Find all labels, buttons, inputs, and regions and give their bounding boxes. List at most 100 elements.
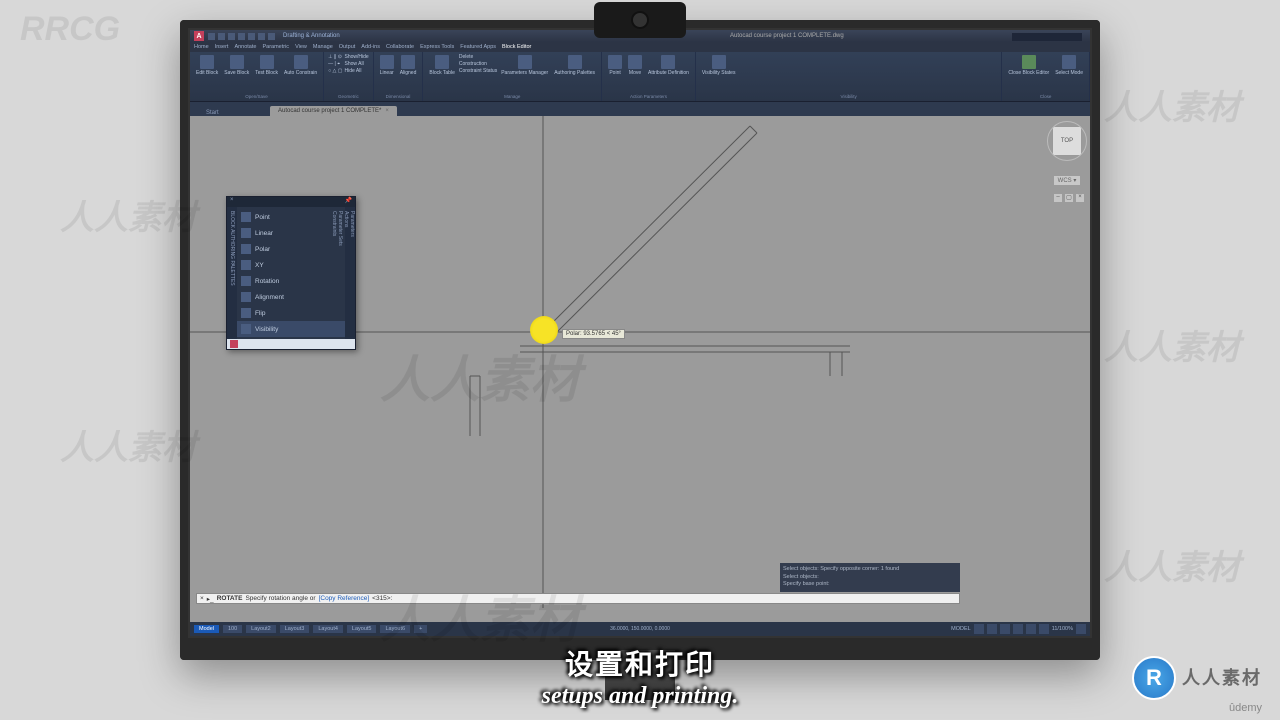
ortho-toggle-icon[interactable] <box>1000 624 1010 634</box>
command-line[interactable]: × ▸_ ROTATE Specify rotation angle or [C… <box>196 593 960 604</box>
show-hide-button[interactable]: Show/Hide <box>345 54 369 60</box>
qat-save-icon[interactable] <box>228 33 235 40</box>
palette-item-visibility[interactable]: Visibility <box>237 321 345 337</box>
watermark: 人人素材 <box>60 420 196 469</box>
qat-open-icon[interactable] <box>218 33 225 40</box>
panel-visibility: Visibility States Visibility <box>696 52 1002 101</box>
show-all-button[interactable]: Show All <box>345 61 369 67</box>
scale-label[interactable]: 11/100% <box>1052 626 1073 632</box>
linear-button[interactable]: Linear <box>378 54 396 77</box>
delete-button[interactable]: Delete <box>459 54 497 60</box>
palette-item-xy[interactable]: XY <box>237 257 345 273</box>
panel-label: Open/Save <box>194 94 319 99</box>
tab-addins[interactable]: Add-ins <box>361 44 380 50</box>
geo-constraint-icon[interactable]: — | ⌖ <box>328 61 342 67</box>
qat-undo-icon[interactable] <box>258 33 265 40</box>
block-authoring-palette[interactable]: ×📌 BLOCK AUTHORING PALETTES Point Linear… <box>226 196 356 350</box>
command-options[interactable]: [Copy Reference] <box>319 595 370 602</box>
add-layout-button[interactable]: + <box>414 625 427 633</box>
wcs-dropdown[interactable]: WCS ▾ <box>1054 176 1081 185</box>
palette-tabs[interactable]: Parameters Actions Parameter Sets Constr… <box>345 207 355 339</box>
close-tab-icon[interactable]: × <box>385 108 389 114</box>
tab-annotate[interactable]: Annotate <box>234 44 256 50</box>
workspace-label[interactable]: Drafting & Annotation <box>283 33 340 39</box>
layout-tab[interactable]: Layout5 <box>347 625 377 633</box>
viewport-window-buttons[interactable]: –▢× <box>1054 194 1084 202</box>
tab-insert[interactable]: Insert <box>215 44 229 50</box>
close-block-editor-button[interactable]: Close Block Editor <box>1006 54 1051 77</box>
tab-parametric[interactable]: Parametric <box>262 44 289 50</box>
palette-tab-parameters[interactable]: Parameters <box>349 211 355 335</box>
brand-badge: 人人素材 <box>1132 656 1262 700</box>
block-table-button[interactable]: Block Table <box>427 54 456 77</box>
tab-manage[interactable]: Manage <box>313 44 333 50</box>
qat-redo-icon[interactable] <box>268 33 275 40</box>
visibility-states-button[interactable]: Visibility States <box>700 54 738 77</box>
snap-toggle-icon[interactable] <box>987 624 997 634</box>
point-param-button[interactable]: Point <box>606 54 624 77</box>
ribbon: Edit Block Save Block Test Block Auto Co… <box>190 52 1090 102</box>
palette-item-flip[interactable]: Flip <box>237 305 345 321</box>
qat-saveas-icon[interactable] <box>238 33 245 40</box>
aligned-button[interactable]: Aligned <box>398 54 419 77</box>
layout-tab[interactable]: 100 <box>223 625 242 633</box>
tab-block-editor[interactable]: Block Editor <box>502 44 531 50</box>
palette-tab-actions[interactable]: Actions <box>343 211 349 335</box>
close-icon[interactable]: × <box>230 197 234 207</box>
hide-all-button[interactable]: Hide All <box>345 68 369 74</box>
select-mode-button[interactable]: Select Mode <box>1053 54 1085 77</box>
osnap-toggle-icon[interactable] <box>1026 624 1036 634</box>
palette-tab-constraints[interactable]: Constraints <box>331 211 337 335</box>
attribute-def-button[interactable]: Attribute Definition <box>646 54 691 77</box>
search-input[interactable] <box>1012 33 1082 41</box>
tab-collaborate[interactable]: Collaborate <box>386 44 414 50</box>
test-block-button[interactable]: Test Block <box>253 54 280 77</box>
cmdline-close-icon[interactable]: × <box>200 595 204 602</box>
viewcube[interactable]: TOP <box>1052 126 1082 156</box>
tab-featured[interactable]: Featured Apps <box>460 44 496 50</box>
qat-plot-icon[interactable] <box>248 33 255 40</box>
tab-express[interactable]: Express Tools <box>420 44 454 50</box>
history-line: Specify base point: <box>783 581 957 589</box>
palette-header[interactable]: ×📌 <box>227 197 355 207</box>
document-tab[interactable]: Autocad course project 1 COMPLETE* × <box>270 106 397 116</box>
save-block-button[interactable]: Save Block <box>222 54 251 77</box>
palette-item-linear[interactable]: Linear <box>237 225 345 241</box>
tab-view[interactable]: View <box>295 44 307 50</box>
tab-output[interactable]: Output <box>339 44 356 50</box>
palette-tab-param-sets[interactable]: Parameter Sets <box>337 211 343 335</box>
palette-item-polar[interactable]: Polar <box>237 241 345 257</box>
edit-block-button[interactable]: Edit Block <box>194 54 220 77</box>
construction-button[interactable]: Construction <box>459 61 497 67</box>
app-logo-icon[interactable]: A <box>194 31 204 41</box>
model-mode-label[interactable]: MODEL <box>951 626 971 632</box>
layout-tab-model[interactable]: Model <box>194 625 219 633</box>
panel-close: Close Block Editor Select Mode Close <box>1002 52 1090 101</box>
authoring-palettes-button[interactable]: Authoring Palettes <box>552 54 597 77</box>
history-line: Select objects: Specify opposite corner:… <box>783 566 957 574</box>
polar-toggle-icon[interactable] <box>1013 624 1023 634</box>
qat-new-icon[interactable] <box>208 33 215 40</box>
palette-side-title: BLOCK AUTHORING PALETTES <box>227 207 237 339</box>
constraint-status-button[interactable]: Constraint Status <box>459 68 497 74</box>
geo-constraint-icon[interactable]: ⊥ ∥ ⊙ <box>328 54 342 60</box>
layout-tab[interactable]: Layout2 <box>246 625 276 633</box>
geo-constraint-icon[interactable]: ○ △ ▢ <box>328 68 342 74</box>
tab-home[interactable]: Home <box>194 44 209 50</box>
move-action-button[interactable]: Move <box>626 54 644 77</box>
pin-icon[interactable]: 📌 <box>345 197 352 207</box>
quick-access-toolbar[interactable] <box>208 33 275 40</box>
auto-constrain-button[interactable]: Auto Constrain <box>282 54 319 77</box>
parameters-manager-button[interactable]: Parameters Manager <box>499 54 550 77</box>
settings-icon[interactable] <box>1076 624 1086 634</box>
drawing-canvas[interactable]: –▢× TOP WCS ▾ ×📌 BLOCK AUTHORING PALETTE… <box>190 116 1090 608</box>
layout-tab[interactable]: Layout6 <box>380 625 410 633</box>
palette-item-rotation[interactable]: Rotation <box>237 273 345 289</box>
layout-tab[interactable]: Layout4 <box>313 625 343 633</box>
layout-tab[interactable]: Layout3 <box>280 625 310 633</box>
grid-toggle-icon[interactable] <box>974 624 984 634</box>
command-default: <315>: <box>372 595 392 602</box>
palette-item-alignment[interactable]: Alignment <box>237 289 345 305</box>
palette-item-point[interactable]: Point <box>237 209 345 225</box>
lwt-toggle-icon[interactable] <box>1039 624 1049 634</box>
